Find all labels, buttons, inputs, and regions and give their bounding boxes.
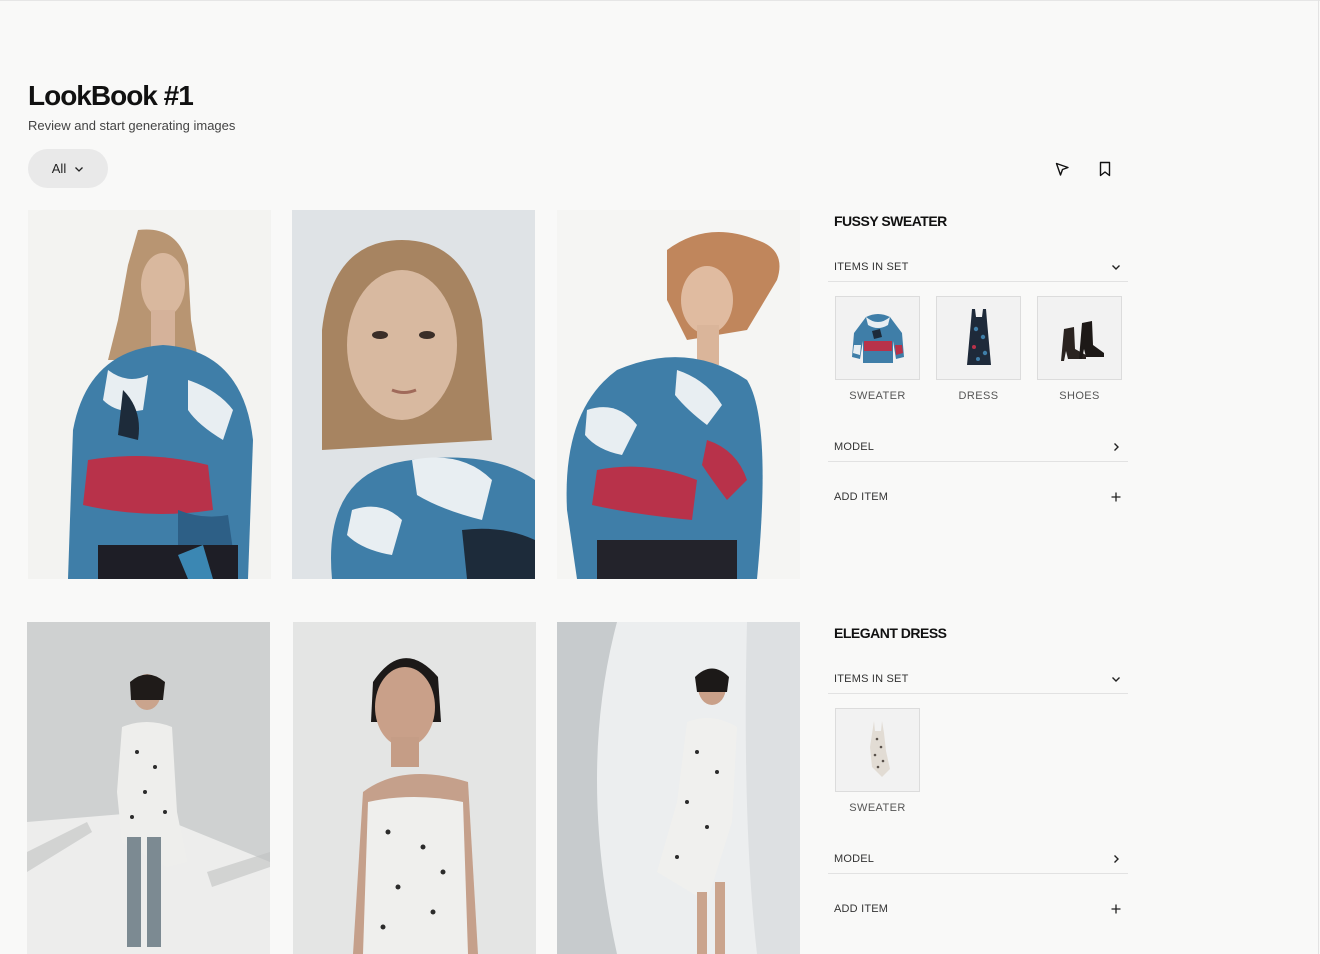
slip-dress-portrait-image bbox=[293, 622, 536, 954]
items-in-set-label: ITEMS IN SET bbox=[834, 260, 909, 273]
chevron-right-icon bbox=[1114, 442, 1119, 451]
model-row[interactable]: MODEL bbox=[828, 432, 1128, 462]
chevron-down-icon bbox=[1112, 264, 1120, 270]
select-tool-button[interactable] bbox=[1050, 157, 1074, 181]
item-thumbnail bbox=[936, 296, 1021, 380]
plus-icon bbox=[1111, 492, 1121, 502]
item-thumbnail bbox=[835, 708, 920, 792]
set-item-dress[interactable]: DRESS bbox=[936, 296, 1021, 402]
dress-icon bbox=[966, 309, 991, 365]
fur-sweater-photo-image bbox=[28, 210, 271, 579]
model-label: MODEL bbox=[834, 852, 875, 865]
bookmark-button[interactable] bbox=[1093, 157, 1117, 181]
item-thumbnail bbox=[1037, 296, 1122, 380]
set-panel: ELEGANT DRESS ITEMS IN SET SWEATER MODEL… bbox=[828, 622, 1128, 924]
lookbook-photo[interactable] bbox=[27, 622, 270, 954]
lookbook-photo[interactable] bbox=[292, 210, 535, 579]
item-label: SHOES bbox=[1059, 390, 1100, 402]
boots-icon bbox=[1060, 321, 1104, 361]
sweater-icon bbox=[851, 314, 904, 363]
item-label: SWEATER bbox=[849, 390, 906, 402]
chevron-right-icon bbox=[1114, 854, 1119, 863]
slip-dress-icon bbox=[869, 721, 890, 777]
set-item-slip-dress[interactable]: SWEATER bbox=[835, 708, 920, 814]
lookbook-photo[interactable] bbox=[28, 210, 271, 579]
items-in-set-toggle[interactable]: ITEMS IN SET bbox=[828, 664, 1128, 694]
items-in-set-toggle[interactable]: ITEMS IN SET bbox=[828, 252, 1128, 282]
lookbook-photo[interactable] bbox=[557, 210, 800, 579]
filter-dropdown[interactable]: All bbox=[28, 149, 108, 188]
lookbook-photo[interactable] bbox=[557, 622, 800, 954]
model-label: MODEL bbox=[834, 440, 875, 453]
set-panel: FUSSY SWEATER ITEMS IN SET SWEATER DRESS… bbox=[828, 210, 1128, 512]
set-items-list: SWEATER bbox=[828, 694, 1128, 814]
lookbook-photo[interactable] bbox=[293, 622, 536, 954]
fur-sweater-closeup-image bbox=[292, 210, 535, 579]
slip-dress-leaning-image bbox=[557, 622, 800, 954]
item-thumbnail bbox=[835, 296, 920, 380]
model-row[interactable]: MODEL bbox=[828, 844, 1128, 874]
set-item-shoes[interactable]: SHOES bbox=[1037, 296, 1122, 402]
pointer-icon bbox=[1055, 162, 1069, 176]
set-item-sweater[interactable]: SWEATER bbox=[835, 296, 920, 402]
add-item-label: ADD ITEM bbox=[834, 903, 889, 915]
items-in-set-label: ITEMS IN SET bbox=[834, 672, 909, 685]
set-title: FUSSY SWEATER bbox=[834, 213, 947, 229]
page-subtitle: Review and start generating images bbox=[28, 118, 236, 133]
add-item-button[interactable]: ADD ITEM bbox=[828, 894, 1128, 924]
plus-icon bbox=[1111, 904, 1121, 914]
filter-label: All bbox=[51, 161, 67, 176]
set-title: ELEGANT DRESS bbox=[834, 625, 947, 641]
fur-sweater-windblown-image bbox=[557, 210, 800, 579]
add-item-button[interactable]: ADD ITEM bbox=[828, 482, 1128, 512]
page-title: LookBook #1 bbox=[28, 80, 194, 111]
item-label: SWEATER bbox=[849, 802, 906, 814]
chevron-down-icon bbox=[75, 166, 84, 172]
set-items-list: SWEATER DRESS SHOES bbox=[828, 282, 1128, 402]
add-item-label: ADD ITEM bbox=[834, 491, 889, 503]
bookmark-icon bbox=[1099, 161, 1111, 177]
slip-dress-fullbody-image bbox=[27, 622, 270, 954]
chevron-down-icon bbox=[1112, 676, 1120, 682]
item-label: DRESS bbox=[958, 390, 999, 402]
